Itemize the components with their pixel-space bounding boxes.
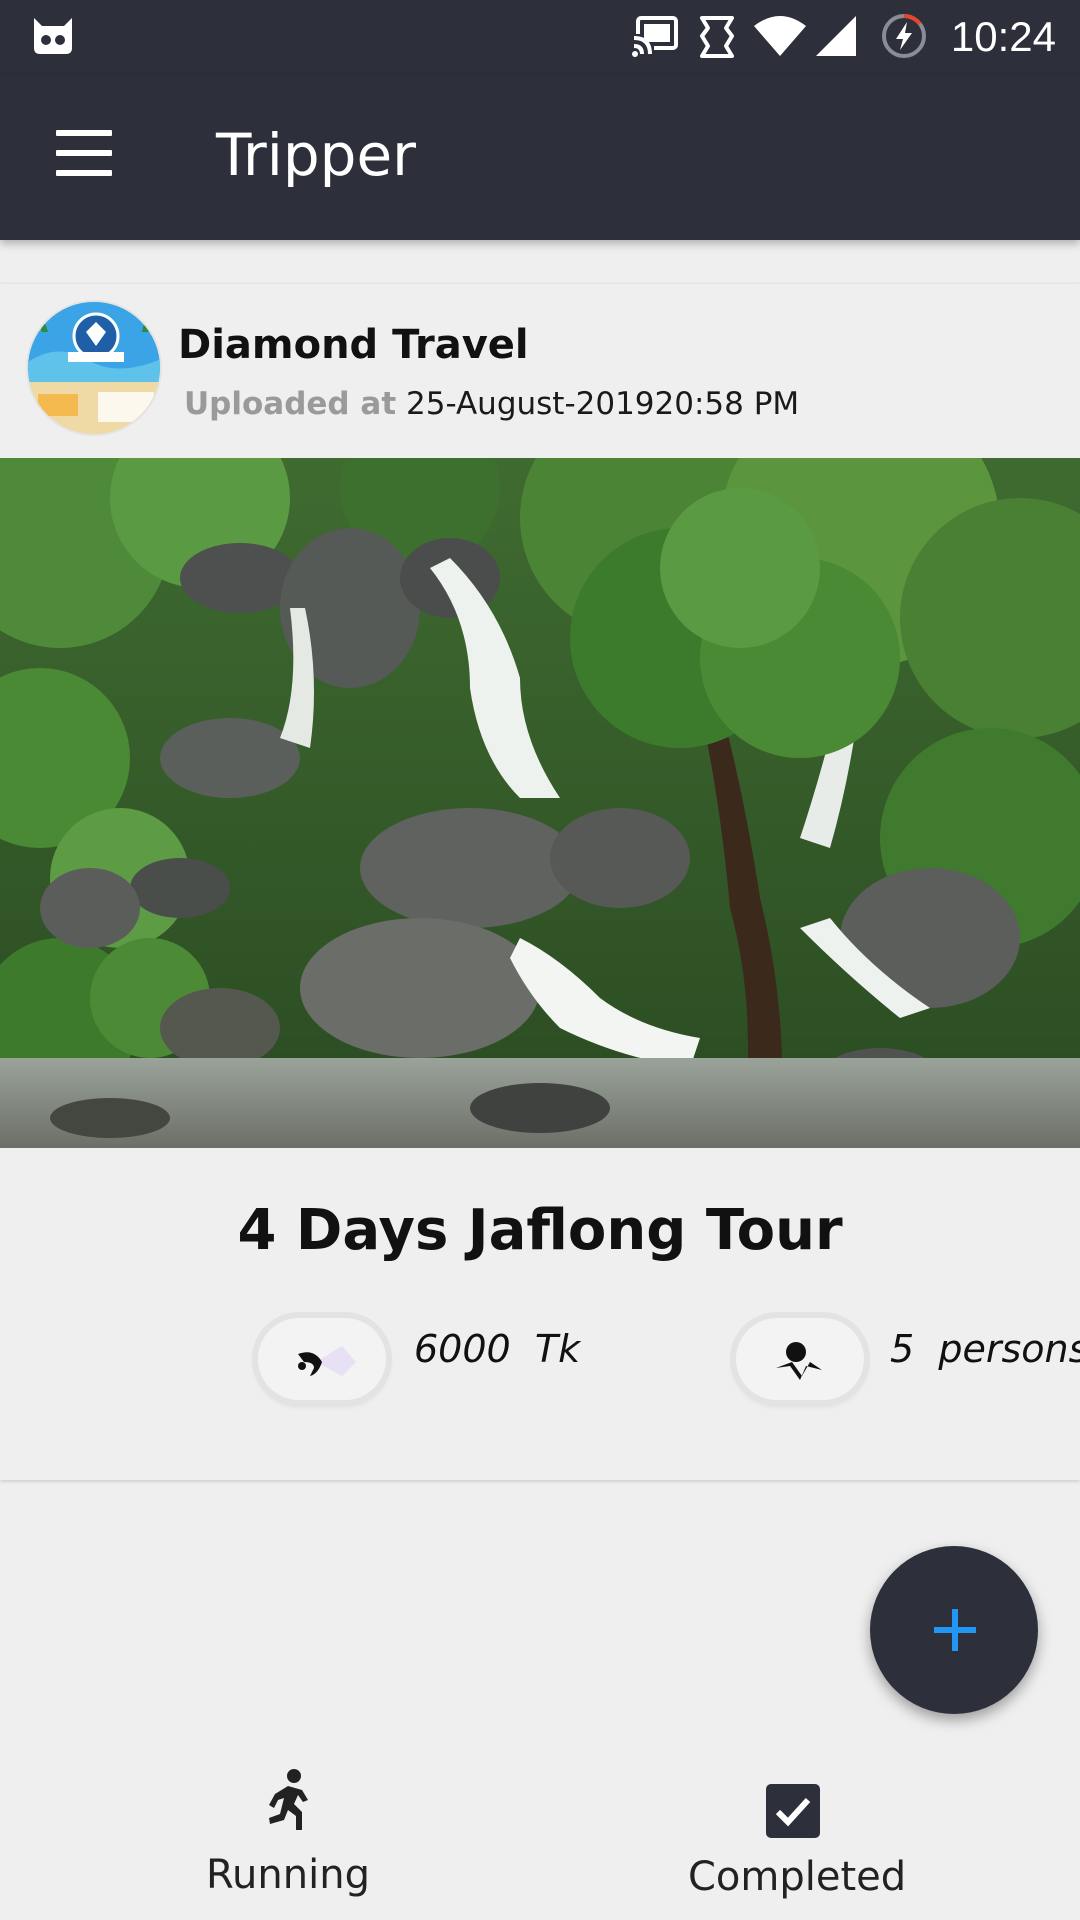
status-bar: 10:24 bbox=[0, 0, 1080, 76]
upload-info: Uploaded at 25-August-201920:58 PM bbox=[184, 384, 799, 424]
status-time: 10:24 bbox=[950, 13, 1056, 60]
bottom-navigation: Running Completed bbox=[0, 1740, 1080, 1920]
running-person-icon bbox=[269, 1769, 308, 1830]
nav-label-completed: Completed bbox=[688, 1854, 907, 1900]
nav-item-completed[interactable]: Completed bbox=[688, 1740, 907, 1920]
price-unit: Tk bbox=[534, 1327, 581, 1371]
agency-logo-icon bbox=[28, 302, 160, 434]
add-trip-button[interactable] bbox=[870, 1546, 1038, 1714]
wifi-icon bbox=[754, 16, 806, 56]
hamburger-menu-icon[interactable] bbox=[40, 116, 128, 190]
uploaded-label: Uploaded at bbox=[184, 386, 397, 422]
nav-label-running: Running bbox=[206, 1852, 370, 1898]
tour-title[interactable]: 4 Days Jaflong Tour bbox=[0, 1196, 1080, 1266]
nav-item-running[interactable]: Running bbox=[188, 1740, 388, 1920]
price-icon bbox=[298, 1346, 356, 1376]
card-header: Diamond Travel Uploaded at 25-August-201… bbox=[0, 284, 1080, 458]
checkbox-checked-icon bbox=[766, 1784, 820, 1838]
price-value: 6000 bbox=[414, 1327, 511, 1371]
persons-icon bbox=[776, 1342, 822, 1380]
price-text: 6000 Tk bbox=[414, 1324, 580, 1374]
tour-image[interactable] bbox=[0, 458, 1080, 1148]
sync-icon bbox=[700, 16, 734, 58]
tour-card[interactable]: Diamond Travel Uploaded at 25-August-201… bbox=[0, 284, 1080, 1480]
persons-text: 5 persons bbox=[890, 1324, 1080, 1374]
persons-value: 5 bbox=[890, 1327, 915, 1371]
cast-icon bbox=[632, 16, 678, 58]
persons-unit: persons bbox=[938, 1327, 1080, 1371]
persons-badge bbox=[736, 1318, 864, 1400]
battery-charging-icon bbox=[882, 14, 926, 58]
agency-name[interactable]: Diamond Travel bbox=[178, 320, 529, 370]
signal-icon bbox=[816, 16, 856, 56]
agency-avatar[interactable] bbox=[26, 300, 162, 436]
app-bar: Tripper bbox=[0, 76, 1080, 240]
uploaded-date: 25-August-201920:58 PM bbox=[406, 386, 800, 422]
app-title: Tripper bbox=[216, 121, 417, 189]
cyanogen-icon bbox=[34, 18, 72, 54]
price-badge bbox=[258, 1318, 386, 1400]
